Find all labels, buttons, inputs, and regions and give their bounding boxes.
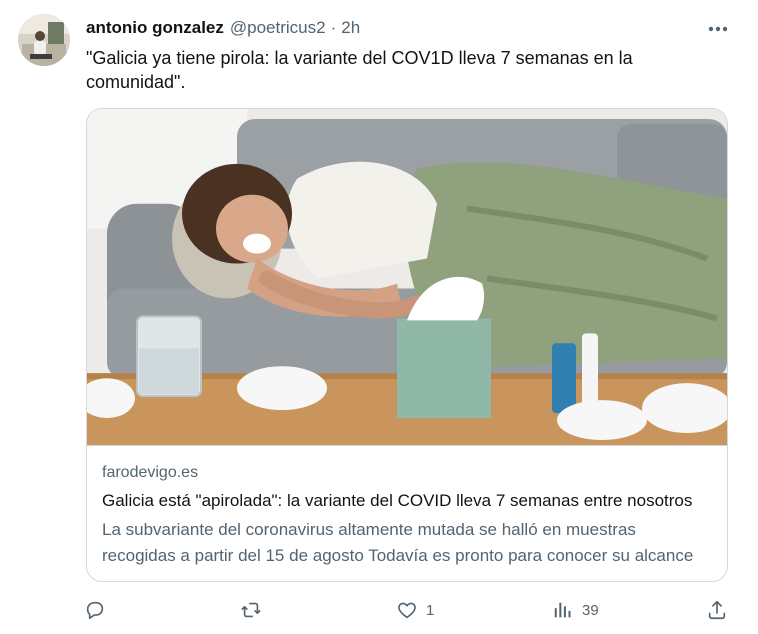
tweet-text: "Galicia ya tiene pirola: la variante de… — [86, 48, 633, 92]
author-avatar[interactable] — [18, 14, 70, 66]
views-icon — [554, 602, 571, 618]
share-button[interactable] — [706, 596, 728, 624]
tweet-actions-bar: 1 39 — [84, 596, 734, 624]
card-title: Galicia está "apirolada": la variante de… — [102, 491, 693, 510]
header-separator: · — [330, 18, 337, 37]
heart-icon — [398, 602, 416, 619]
card-image[interactable] — [87, 109, 727, 446]
link-preview-card[interactable]: farodevigo.es Galicia está "apirolada": … — [86, 108, 728, 582]
reply-button[interactable] — [84, 596, 106, 624]
views-button[interactable]: 39 — [552, 596, 599, 624]
tweet-timestamp[interactable]: 2h — [341, 18, 360, 38]
retweet-button[interactable] — [240, 596, 262, 624]
author-name[interactable]: antonio gonzalez — [86, 18, 224, 38]
share-icon — [708, 600, 726, 620]
card-domain: farodevigo.es — [102, 464, 199, 481]
author-handle[interactable]: @poetricus2 — [230, 18, 326, 38]
avatar-image — [18, 14, 70, 66]
reply-icon — [86, 601, 104, 620]
more-options-button[interactable] — [704, 20, 732, 38]
more-icon — [708, 26, 728, 32]
like-count: 1 — [426, 601, 435, 619]
retweet-icon — [241, 602, 261, 618]
tweet-header: antonio gonzalez @poetricus2 · 2h — [86, 18, 360, 40]
card-description: La subvariante del coronavirus altamente… — [102, 520, 694, 565]
like-button[interactable]: 1 — [396, 596, 434, 624]
views-count: 39 — [582, 601, 599, 619]
